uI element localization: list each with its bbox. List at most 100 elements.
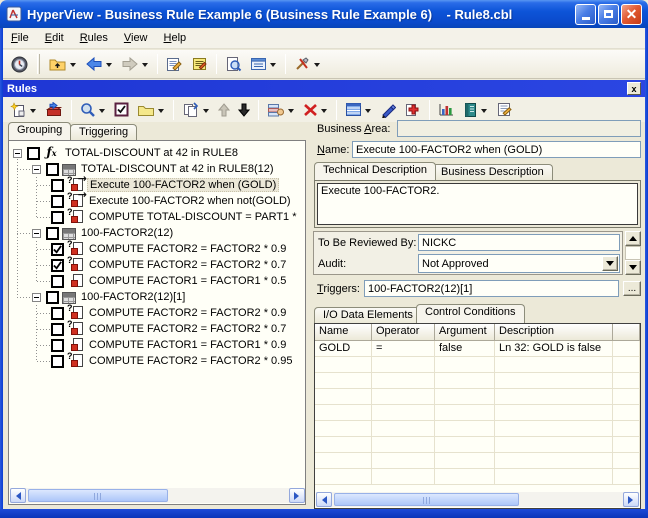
tree-item[interactable]: 100-FACTOR2(12) <box>9 225 305 241</box>
scrollbar-thumb[interactable] <box>334 493 519 506</box>
dropdown-caret-icon[interactable] <box>70 63 76 70</box>
scroll-left-button[interactable] <box>10 488 26 503</box>
tab-io-data-elements[interactable]: I/O Data Elements <box>314 307 422 323</box>
table-row[interactable] <box>315 437 640 453</box>
tree-checkbox[interactable] <box>51 323 64 336</box>
expander-minus-icon[interactable] <box>32 229 41 238</box>
table-row[interactable]: GOLD=falseLn 32: GOLD is false <box>315 341 640 357</box>
tree-item[interactable]: Execute 100-FACTOR2 when (GOLD) <box>9 177 305 193</box>
tree-item[interactable]: COMPUTE FACTOR2 = FACTOR2 * 0.9 <box>9 241 305 257</box>
tree-checkbox[interactable] <box>51 355 64 368</box>
tree-item[interactable]: ƒxTOTAL-DISCOUNT at 42 in RULE8 <box>9 145 305 161</box>
reviewed-by-input[interactable] <box>418 234 620 251</box>
delete-button[interactable] <box>300 101 331 119</box>
tab-business-description[interactable]: Business Description <box>432 164 553 180</box>
tree-item[interactable]: COMPUTE FACTOR2 = FACTOR2 * 0.95 <box>9 353 305 369</box>
tree-checkbox[interactable] <box>51 195 64 208</box>
tree-checkbox[interactable] <box>51 339 64 352</box>
scroll-left-button[interactable] <box>316 492 332 507</box>
notepad-button[interactable] <box>188 54 211 74</box>
audit-dropdown-button[interactable] <box>602 256 618 271</box>
dropdown-caret-icon[interactable] <box>270 63 276 70</box>
tree-checkbox[interactable] <box>51 179 64 192</box>
column-header[interactable]: Description <box>495 324 613 341</box>
menu-view[interactable]: View <box>116 30 156 46</box>
tab-grouping[interactable]: Grouping <box>8 122 71 140</box>
tree-horizontal-scrollbar[interactable] <box>10 488 305 503</box>
hyperview-clock-button[interactable] <box>8 54 31 75</box>
table-row[interactable] <box>315 469 640 485</box>
minimize-button[interactable] <box>575 4 596 25</box>
dropdown-caret-icon[interactable] <box>30 109 36 116</box>
forward-button[interactable] <box>118 54 152 74</box>
tree-item[interactable]: COMPUTE FACTOR2 = FACTOR2 * 0.7 <box>9 321 305 337</box>
move-down-button[interactable] <box>235 101 253 119</box>
column-header-filler[interactable] <box>613 324 640 341</box>
dropdown-caret-icon[interactable] <box>106 63 112 70</box>
copy-move-button[interactable] <box>179 100 213 120</box>
dropdown-caret-icon[interactable] <box>365 109 371 116</box>
column-header[interactable]: Argument <box>435 324 495 341</box>
detail-scroll-up-button[interactable] <box>625 231 641 246</box>
tree-checkbox[interactable] <box>46 227 59 240</box>
table-row[interactable] <box>315 405 640 421</box>
tree-checkbox[interactable] <box>51 275 64 288</box>
move-up-button[interactable] <box>215 101 233 119</box>
table-row[interactable] <box>315 421 640 437</box>
tab-technical-description[interactable]: Technical Description <box>314 162 436 180</box>
tree-item[interactable]: 100-FACTOR2(12)[1] <box>9 289 305 305</box>
assign-user-button[interactable] <box>264 100 298 120</box>
scroll-right-button[interactable] <box>623 492 639 507</box>
tree-checkbox[interactable] <box>51 211 64 224</box>
name-input[interactable] <box>352 141 641 158</box>
detail-scroll-down-button[interactable] <box>625 260 641 275</box>
tree-checkbox[interactable] <box>46 163 59 176</box>
table-row[interactable] <box>315 357 640 373</box>
export-book-button[interactable] <box>42 100 66 120</box>
list-view-button[interactable] <box>247 54 280 74</box>
dropdown-caret-icon[interactable] <box>321 109 327 116</box>
chart-button[interactable] <box>435 100 458 119</box>
column-header[interactable]: Name <box>315 324 372 341</box>
dropdown-caret-icon[interactable] <box>481 109 487 116</box>
tree-checkbox[interactable] <box>51 243 64 256</box>
folder-up-button[interactable] <box>46 55 80 74</box>
menu-help[interactable]: Help <box>156 30 195 46</box>
expander-minus-icon[interactable] <box>32 165 41 174</box>
table-row[interactable] <box>315 389 640 405</box>
dropdown-caret-icon[interactable] <box>314 63 320 70</box>
rules-panel-close-button[interactable]: x <box>627 82 641 95</box>
tools-button[interactable] <box>291 54 324 74</box>
search-rules-button[interactable] <box>77 100 109 120</box>
dropdown-caret-icon[interactable] <box>158 109 164 116</box>
tree-item[interactable]: COMPUTE FACTOR2 = FACTOR2 * 0.7 <box>9 257 305 273</box>
table-row[interactable] <box>315 453 640 469</box>
scroll-right-button[interactable] <box>289 488 305 503</box>
tree-checkbox[interactable] <box>27 147 40 160</box>
tree-checkbox[interactable] <box>51 259 64 272</box>
table-horizontal-scrollbar[interactable] <box>316 492 639 507</box>
tree-checkbox[interactable] <box>46 291 59 304</box>
dropdown-caret-icon[interactable] <box>99 109 105 116</box>
dropdown-caret-icon[interactable] <box>203 109 209 116</box>
scrollbar-thumb[interactable] <box>28 489 168 502</box>
menu-rules[interactable]: Rules <box>72 30 116 46</box>
tree-item[interactable]: COMPUTE FACTOR2 = FACTOR2 * 0.9 <box>9 305 305 321</box>
menu-edit[interactable]: Edit <box>37 30 72 46</box>
back-button[interactable] <box>82 54 116 74</box>
title-bar[interactable]: HyperView - Business Rule Example 6 (Bus… <box>0 0 648 28</box>
tree-item[interactable]: Execute 100-FACTOR2 when not(GOLD) <box>9 193 305 209</box>
menu-file[interactable]: File <box>3 30 37 46</box>
tree-checkbox[interactable] <box>51 307 64 320</box>
maximize-button[interactable] <box>598 4 619 25</box>
close-button[interactable]: ✕ <box>621 4 642 25</box>
tab-triggering[interactable]: Triggering <box>70 124 137 140</box>
pen-button[interactable] <box>377 100 399 120</box>
properties-button[interactable] <box>163 54 186 74</box>
report-book-button[interactable] <box>460 100 491 120</box>
dropdown-caret-icon[interactable] <box>142 63 148 70</box>
search-document-button[interactable] <box>222 54 245 74</box>
tree-item[interactable]: TOTAL-DISCOUNT at 42 in RULE8(12) <box>9 161 305 177</box>
audit-combobox[interactable]: Not Approved <box>418 254 620 273</box>
grid-view-button[interactable] <box>342 100 375 119</box>
